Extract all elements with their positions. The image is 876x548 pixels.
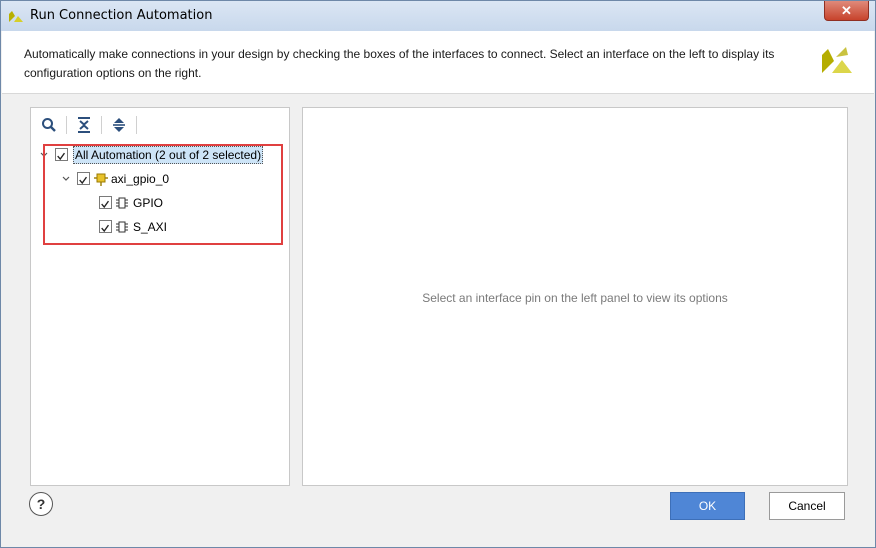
dialog-window: Run Connection Automation ✕ Automaticall… <box>0 0 876 548</box>
toolbar-separator <box>136 116 137 134</box>
description-header: Automatically make connections in your d… <box>2 31 874 94</box>
options-panel: Select an interface pin on the left pane… <box>302 107 848 486</box>
cancel-button[interactable]: Cancel <box>769 492 845 520</box>
close-button[interactable]: ✕ <box>824 1 869 21</box>
vivado-logo-icon <box>822 47 852 73</box>
tree-toolbar <box>31 108 289 142</box>
expand-all-icon[interactable] <box>110 116 128 134</box>
toolbar-separator <box>101 116 102 134</box>
window-title: Run Connection Automation <box>30 8 213 23</box>
vivado-logo-icon <box>9 11 23 22</box>
help-button[interactable]: ? <box>29 492 53 516</box>
options-placeholder-text: Select an interface pin on the left pane… <box>422 291 728 305</box>
close-icon: ✕ <box>841 3 852 18</box>
toolbar-separator <box>66 116 67 134</box>
annotation-highlight-box <box>43 144 283 245</box>
title-bar[interactable]: Run Connection Automation ✕ <box>1 1 875 31</box>
description-text: Automatically make connections in your d… <box>24 47 775 80</box>
collapse-all-icon[interactable] <box>75 116 93 134</box>
search-icon[interactable] <box>40 116 58 134</box>
ok-button[interactable]: OK <box>670 492 745 520</box>
